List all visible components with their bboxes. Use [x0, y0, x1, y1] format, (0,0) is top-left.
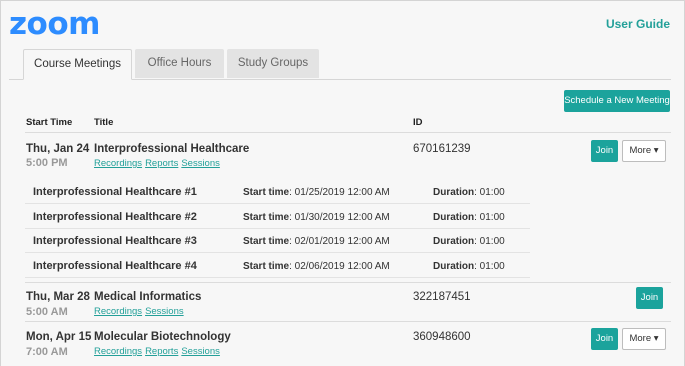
meeting-title[interactable]: Medical Informatics — [94, 291, 201, 303]
meeting-date: Mon, Apr 15 — [26, 331, 92, 343]
recordings-link[interactable]: Recordings — [94, 306, 142, 317]
start-time-value: : 01/25/2019 12:00 AM — [289, 187, 390, 198]
duration-label: Duration — [433, 261, 475, 272]
more-dropdown[interactable]: More ▾ — [622, 140, 666, 162]
meeting-links: Recordings Reports Sessions — [94, 346, 223, 357]
duration-value: : 01:00 — [474, 261, 505, 272]
recordings-link[interactable]: Recordings — [94, 158, 142, 169]
meeting-title[interactable]: Interprofessional Healthcare — [94, 143, 249, 155]
occurrence-start: Start time: 01/30/2019 12:00 AM — [243, 212, 390, 223]
divider — [25, 252, 530, 253]
meeting-id: 322187451 — [413, 291, 471, 303]
occurrence-start: Start time: 02/01/2019 12:00 AM — [243, 236, 390, 247]
start-time-label: Start time — [243, 212, 290, 223]
zoom-logo[interactable]: zoom — [9, 5, 100, 43]
more-dropdown[interactable]: More ▾ — [622, 328, 666, 350]
start-time-value: : 02/01/2019 12:00 AM — [289, 236, 390, 247]
occurrence-duration: Duration: 01:00 — [433, 212, 505, 223]
divider — [25, 282, 671, 283]
tab-bar: Course Meetings Office Hours Study Group… — [9, 49, 671, 80]
schedule-meeting-button[interactable]: Schedule a New Meeting — [564, 90, 670, 112]
duration-label: Duration — [433, 187, 475, 198]
sessions-link[interactable]: Sessions — [181, 158, 220, 169]
column-header-title: Title — [94, 117, 114, 128]
meeting-time: 5:00 PM — [26, 157, 68, 169]
start-time-value: : 01/30/2019 12:00 AM — [289, 212, 390, 223]
tab-office-hours[interactable]: Office Hours — [135, 49, 224, 78]
duration-value: : 01:00 — [474, 236, 505, 247]
start-time-value: : 02/06/2019 12:00 AM — [289, 261, 390, 272]
meeting-title[interactable]: Molecular Biotechnology — [94, 331, 231, 343]
meeting-links: Recordings Reports Sessions — [94, 158, 223, 169]
column-header-start-time: Start Time — [26, 117, 73, 128]
meeting-date: Thu, Mar 28 — [26, 291, 90, 303]
meeting-id: 360948600 — [413, 331, 471, 343]
join-button[interactable]: Join — [591, 328, 618, 350]
duration-label: Duration — [433, 212, 475, 223]
recordings-link[interactable]: Recordings — [94, 346, 142, 357]
meeting-time: 7:00 AM — [26, 346, 68, 358]
occurrence-start: Start time: 01/25/2019 12:00 AM — [243, 187, 390, 198]
tab-study-groups[interactable]: Study Groups — [227, 49, 319, 78]
meeting-links: Recordings Sessions — [94, 306, 187, 317]
tab-course-meetings[interactable]: Course Meetings — [23, 49, 132, 80]
reports-link[interactable]: Reports — [145, 346, 178, 357]
join-button[interactable]: Join — [591, 140, 618, 162]
sessions-link[interactable]: Sessions — [145, 306, 184, 317]
top-bar: zoom User Guide — [1, 1, 684, 46]
occurrence-name: Interprofessional Healthcare #4 — [33, 260, 197, 272]
meeting-time: 5:00 AM — [26, 306, 68, 318]
occurrence-duration: Duration: 01:00 — [433, 236, 505, 247]
reports-link[interactable]: Reports — [145, 158, 178, 169]
divider — [25, 203, 530, 204]
start-time-label: Start time — [243, 187, 290, 198]
duration-value: : 01:00 — [474, 212, 505, 223]
occurrence-name: Interprofessional Healthcare #1 — [33, 186, 197, 198]
occurrence-name: Interprofessional Healthcare #3 — [33, 235, 197, 247]
duration-label: Duration — [433, 236, 475, 247]
start-time-label: Start time — [243, 261, 290, 272]
join-button[interactable]: Join — [636, 287, 663, 309]
divider — [25, 277, 530, 278]
meeting-id: 670161239 — [413, 143, 471, 155]
divider — [25, 132, 671, 133]
occurrence-duration: Duration: 01:00 — [433, 261, 505, 272]
meetings-panel: zoom User Guide Course Meetings Office H… — [0, 0, 685, 366]
column-header-id: ID — [413, 117, 423, 128]
user-guide-link[interactable]: User Guide — [606, 17, 670, 31]
divider — [25, 228, 530, 229]
occurrence-name: Interprofessional Healthcare #2 — [33, 211, 197, 223]
duration-value: : 01:00 — [474, 187, 505, 198]
occurrence-duration: Duration: 01:00 — [433, 187, 505, 198]
occurrence-start: Start time: 02/06/2019 12:00 AM — [243, 261, 390, 272]
start-time-label: Start time — [243, 236, 290, 247]
meeting-date: Thu, Jan 24 — [26, 143, 90, 155]
sessions-link[interactable]: Sessions — [181, 346, 220, 357]
divider — [25, 321, 671, 322]
